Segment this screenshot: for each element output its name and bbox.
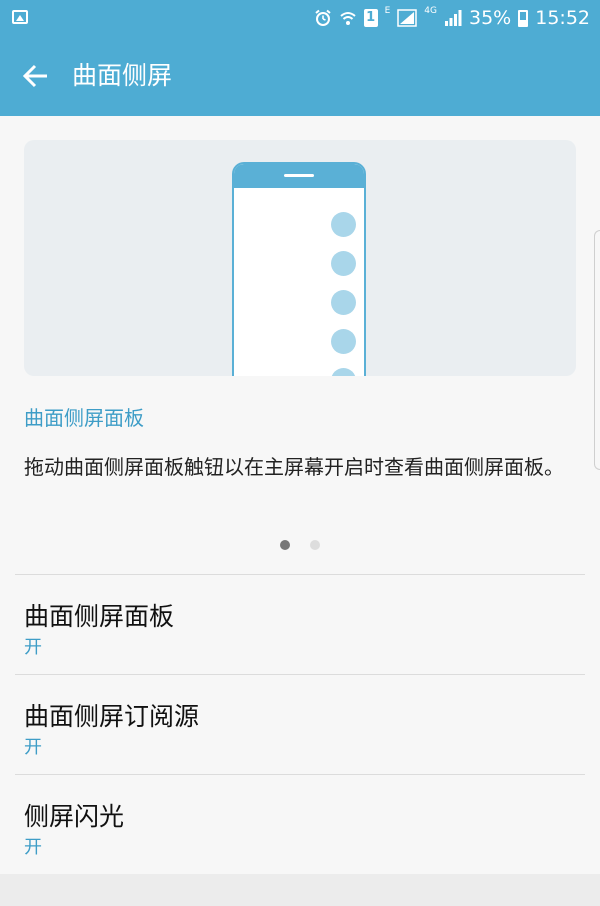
image-icon <box>12 10 28 24</box>
page-indicator[interactable] <box>280 540 320 552</box>
setting-value: 开 <box>24 737 42 758</box>
bottom-divider-band <box>0 874 600 906</box>
edge-dot <box>331 251 356 276</box>
edge-panel-handle[interactable] <box>594 230 600 470</box>
intro-description: 拖动曲面侧屏面板触钮以在主屏幕开启时查看曲面侧屏面板。 <box>24 455 564 479</box>
setting-title: 曲面侧屏面板 <box>24 602 175 631</box>
setting-value: 开 <box>24 637 42 658</box>
alarm-icon <box>314 9 331 26</box>
clock: 15:52 <box>535 7 590 29</box>
battery-percent: 35% <box>469 7 512 29</box>
signal-icon <box>397 9 418 27</box>
edge-dot <box>331 290 356 315</box>
network-e-label: E <box>384 6 391 16</box>
setting-edge-panels[interactable]: 曲面侧屏面板 开 <box>15 574 585 675</box>
setting-edge-feeds[interactable]: 曲面侧屏订阅源 开 <box>15 674 585 775</box>
phone-top-bar <box>234 164 364 188</box>
signal-icon-2 <box>445 10 462 26</box>
network-4g-label: 4G <box>424 6 437 16</box>
app-bar: 曲面侧屏 <box>0 36 600 116</box>
status-icons: 1 E 4G 35% 15:52 <box>314 0 590 36</box>
setting-title: 曲面侧屏订阅源 <box>24 702 200 731</box>
edge-dot <box>331 212 356 237</box>
sim-icon: 1 <box>363 9 378 27</box>
setting-title: 侧屏闪光 <box>24 802 125 831</box>
page-dot[interactable] <box>310 540 320 550</box>
battery-icon <box>518 9 529 27</box>
status-bar: 1 E 4G 35% 15:52 <box>0 0 600 36</box>
edge-dot <box>331 368 356 376</box>
edge-panel-illustration <box>24 140 576 376</box>
page-title: 曲面侧屏 <box>72 61 173 90</box>
intro-section-title: 曲面侧屏面板 <box>24 406 144 430</box>
wifi-icon <box>339 12 356 25</box>
setting-value: 开 <box>24 837 42 858</box>
back-arrow-icon[interactable] <box>22 62 50 90</box>
edge-dot <box>331 329 356 354</box>
phone-illustration <box>232 162 366 376</box>
setting-edge-lighting[interactable]: 侧屏闪光 开 <box>15 774 585 875</box>
page-dot-active[interactable] <box>280 540 290 550</box>
